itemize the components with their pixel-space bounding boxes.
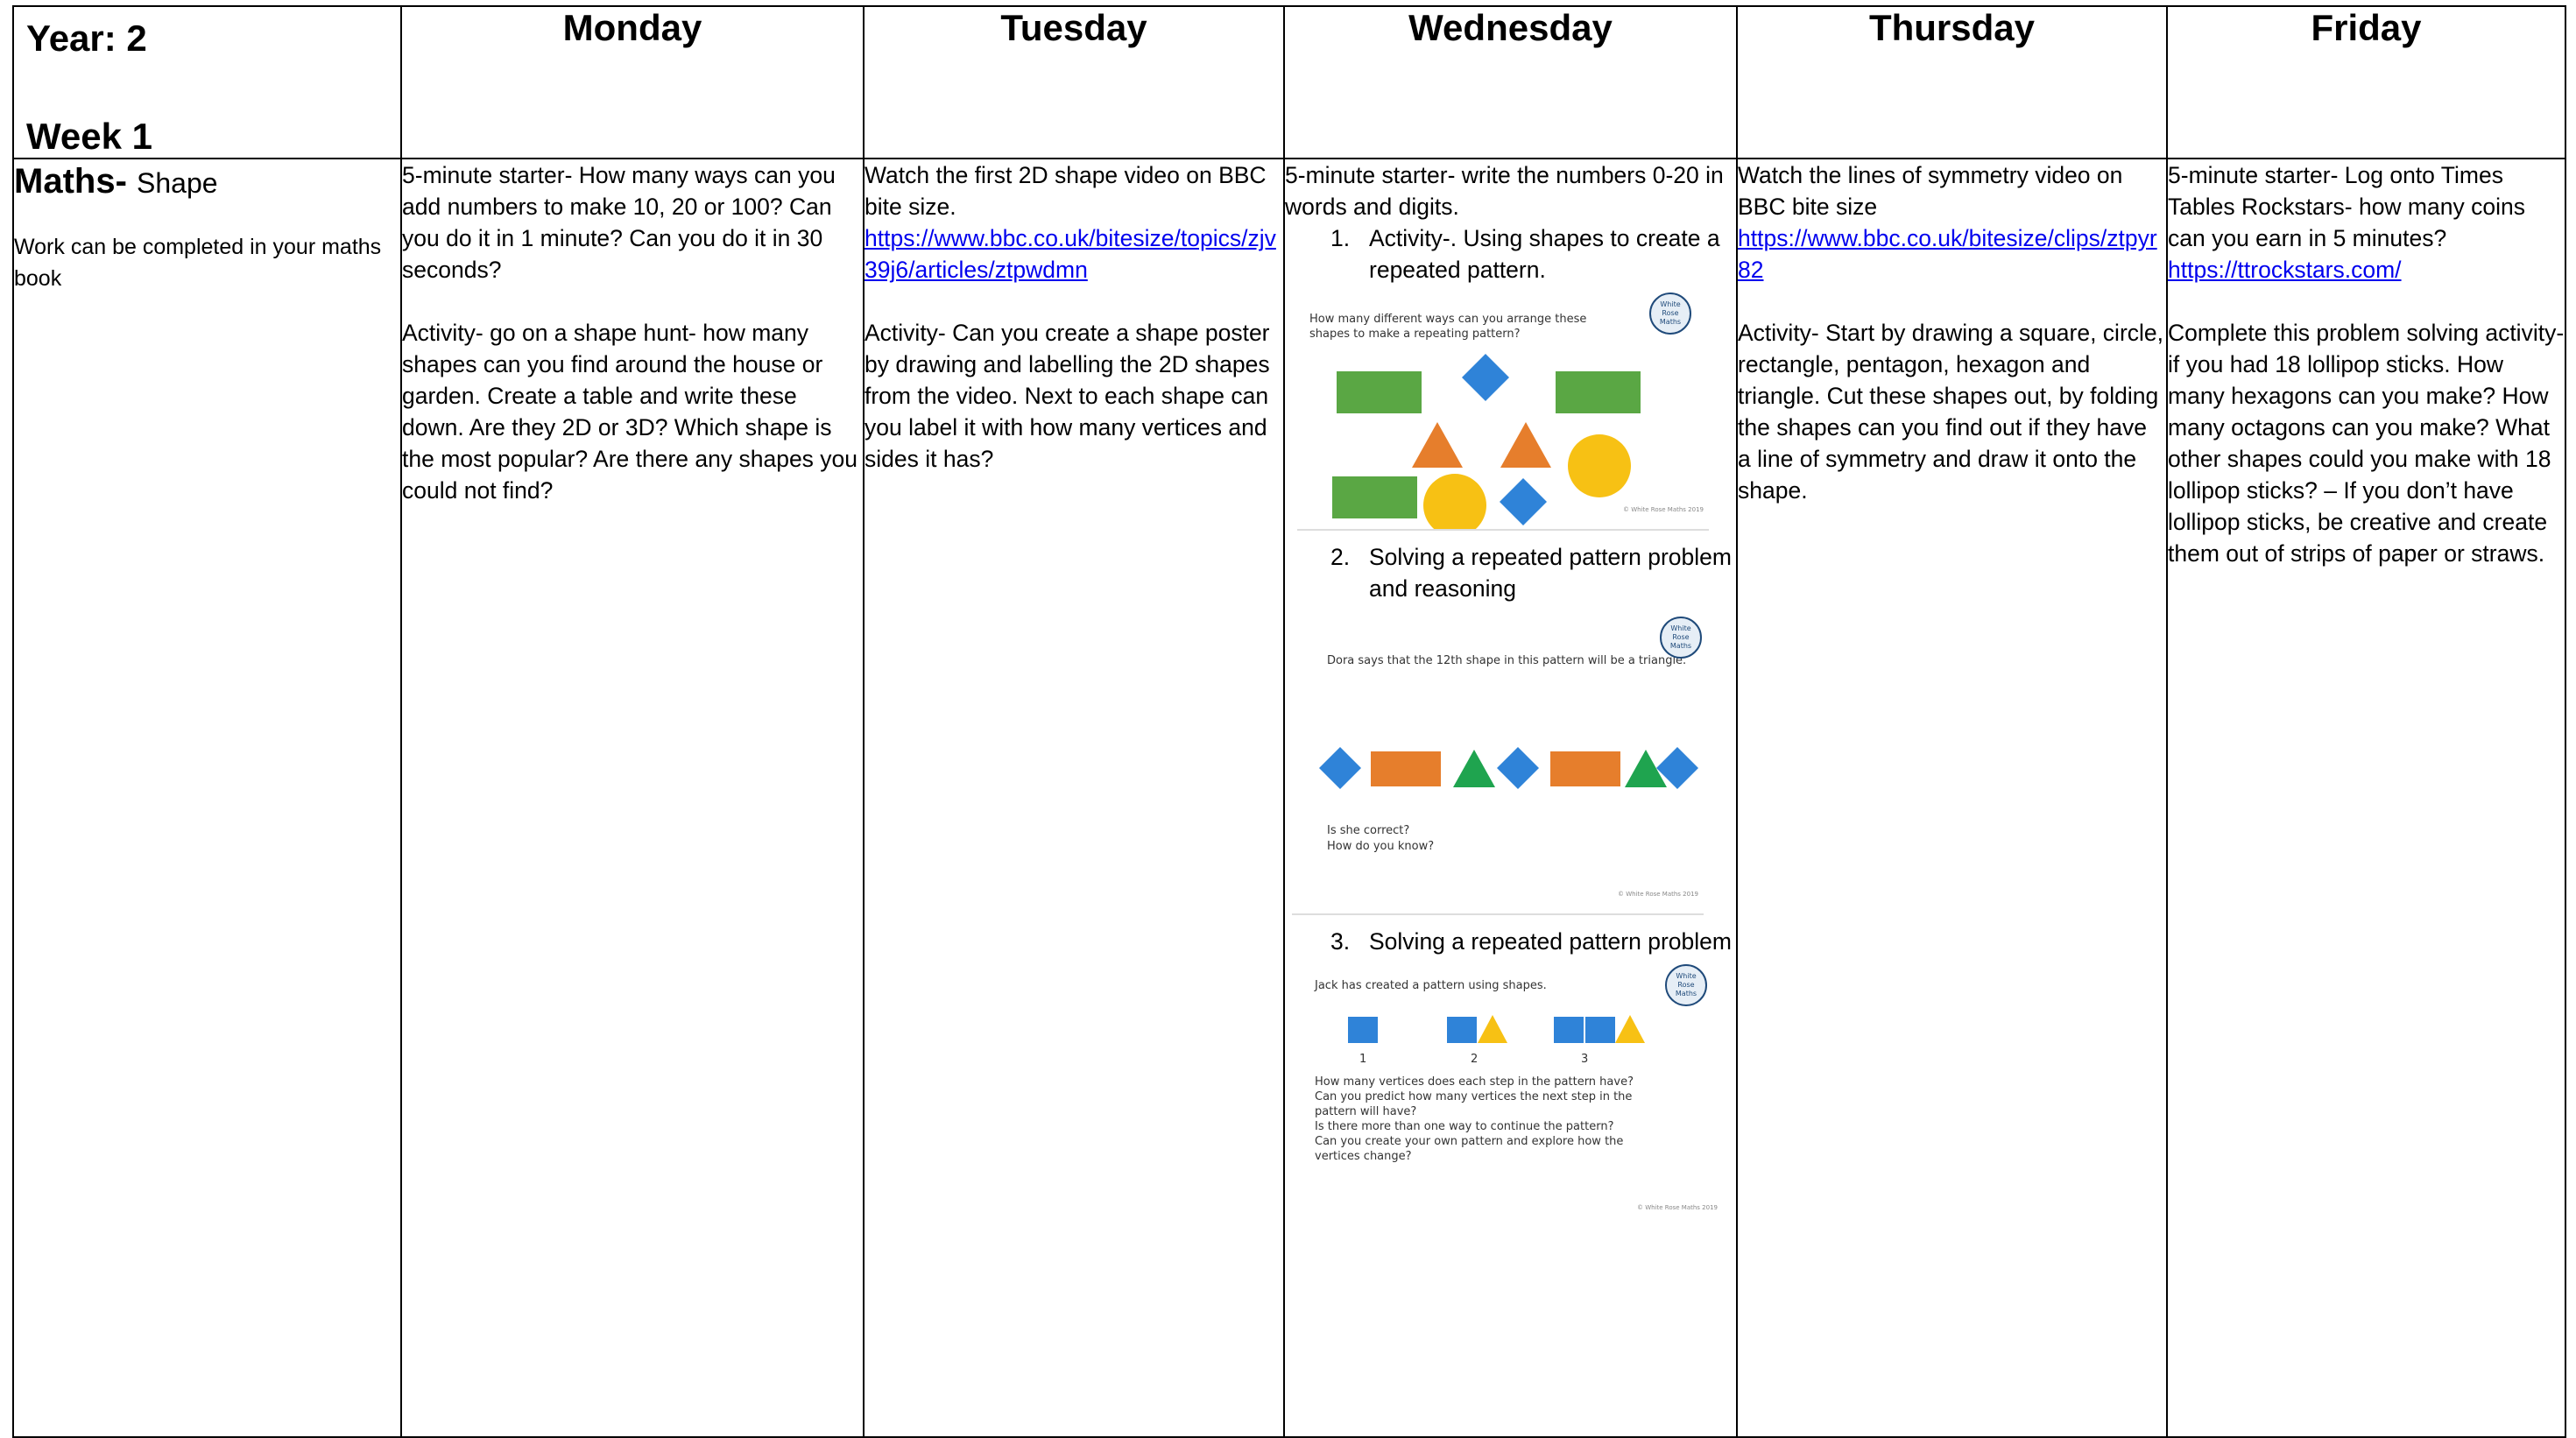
orange-triangle [1412,422,1463,468]
thursday-bbc-link[interactable]: https://www.bbc.co.uk/bitesize/clips/ztp… [1738,225,2157,283]
wednesday-activity-list-3: 3. Solving a repeated pattern problem [1285,926,1736,957]
subject-note: Work can be completed in your maths book [14,235,382,291]
worksheet-dora-pattern: Dora says that the 12th shape in this pa… [1292,611,1704,915]
worksheet-question: Is there more than one way to continue t… [1315,1120,1614,1133]
header-row: Year: 2 Week 1 Monday Tuesday Wednesday … [12,5,2566,159]
worksheet-prompt: Jack has created a pattern using shapes. [1315,979,1547,992]
worksheet-prompt: How many different ways can you arrange … [1309,313,1587,341]
worksheet-questions: How many vertices does each step in the … [1315,1075,1665,1164]
monday-activity: Activity- go on a shape hunt- how many s… [402,320,858,504]
activity-text: Solving a repeated pattern problem [1369,928,1732,955]
wednesday-activity-list: 1. Activity-. Using shapes to create a r… [1285,222,1736,285]
day-header-monday: Monday [400,5,865,159]
orange-rectangle [1550,751,1620,786]
worksheet-jack-pattern: Jack has created a pattern using shapes.… [1311,964,1723,1227]
tuesday-intro: Watch the first 2D shape video on BBC bi… [865,162,1267,220]
thursday-cell: Watch the lines of symmetry video on BBC… [1736,158,2168,1438]
activity-text: Solving a repeated pattern problem and r… [1369,544,1732,602]
blue-diamond [1462,354,1509,401]
year-week-cell: Year: 2 Week 1 [12,5,402,159]
green-rectangle [1337,371,1422,413]
worksheet-question: Can you create your own pattern and expl… [1315,1135,1624,1163]
friday-activity: Complete this problem solving activity- … [2168,320,2565,567]
wednesday-activity-list-2: 2. Solving a repeated pattern problem an… [1285,541,1736,604]
worksheet-prompt: Dora says that the 12th shape in this pa… [1327,654,1687,667]
friday-starter: 5-minute starter- Log onto Times Tables … [2168,162,2525,251]
tuesday-activity: Activity- Can you create a shape poster … [865,320,1270,472]
subject-topic: Shape [137,167,218,199]
worksheet-shapes-arrange: How many different ways can you arrange … [1297,293,1709,531]
blue-square [1585,1017,1615,1043]
year-label: Year: 2 [26,18,147,59]
activity-number: 1. [1330,225,1351,251]
friday-cell: 5-minute starter- Log onto Times Tables … [2166,158,2566,1438]
wednesday-activity-1: 1. Activity-. Using shapes to create a r… [1285,222,1736,285]
wednesday-activity-3: 3. Solving a repeated pattern problem [1285,926,1736,957]
yellow-triangle [1478,1015,1507,1043]
subject-heading: Maths- Shape [14,159,400,205]
worksheet-footer: © White Rose Maths 2019 [1622,506,1704,513]
monday-starter: 5-minute starter- How many ways can you … [402,162,836,283]
white-rose-badge-icon: White Rose Maths [1660,617,1702,659]
ttrockstars-link[interactable]: https://ttrockstars.com/ [2168,257,2402,283]
worksheet-footer: © White Rose Maths 2019 [1636,1204,1718,1211]
green-rectangle [1332,476,1417,518]
monday-cell: 5-minute starter- How many ways can you … [400,158,865,1438]
thursday-activity: Activity- Start by drawing a square, cir… [1738,320,2164,504]
worksheet-question: Can you predict how many vertices the ne… [1315,1090,1633,1118]
orange-rectangle [1371,751,1441,786]
day-header-thursday: Thursday [1736,5,2168,159]
wednesday-activity-2: 2. Solving a repeated pattern problem an… [1285,541,1736,604]
blue-square [1554,1017,1584,1043]
day-header-wednesday: Wednesday [1283,5,1738,159]
blue-diamond [1319,747,1361,789]
activity-number: 3. [1330,928,1351,955]
thursday-intro: Watch the lines of symmetry video on BBC… [1738,162,2123,220]
green-triangle [1453,750,1495,787]
yellow-circle [1423,474,1486,529]
blue-square [1348,1017,1378,1043]
tuesday-bbc-link[interactable]: https://www.bbc.co.uk/bitesize/topics/zj… [865,225,1276,283]
yellow-circle [1568,434,1631,497]
subject-title: Maths- [14,162,127,201]
blue-square [1447,1017,1477,1043]
tuesday-cell: Watch the first 2D shape video on BBC bi… [863,158,1285,1438]
green-rectangle [1556,371,1641,413]
worksheet-question: How do you know? [1327,840,1435,853]
maths-row: Maths- Shape Work can be completed in yo… [12,158,2566,1438]
white-rose-badge-icon: White Rose Maths [1649,293,1691,335]
step-label: 3 [1581,1053,1589,1066]
day-header-friday: Friday [2166,5,2566,159]
orange-triangle [1500,422,1551,468]
subject-cell: Maths- Shape Work can be completed in yo… [12,158,402,1438]
day-header-tuesday: Tuesday [863,5,1285,159]
white-rose-badge-icon: White Rose Maths [1665,964,1707,1006]
activity-number: 2. [1330,544,1351,570]
step-label: 2 [1471,1053,1479,1066]
yellow-triangle [1615,1015,1645,1043]
worksheet-footer: © White Rose Maths 2019 [1617,891,1698,898]
week-label: Week 1 [26,116,152,157]
worksheet-question: How many vertices does each step in the … [1315,1075,1634,1089]
wednesday-starter: 5-minute starter- write the numbers 0-20… [1285,162,1724,220]
step-label: 1 [1359,1053,1367,1066]
blue-diamond [1500,478,1547,525]
weekly-plan-table: Year: 2 Week 1 Monday Tuesday Wednesday … [12,5,2566,1438]
wednesday-cell: 5-minute starter- write the numbers 0-20… [1283,158,1738,1438]
activity-text: Activity-. Using shapes to create a repe… [1369,225,1720,283]
blue-diamond [1497,747,1539,789]
worksheet-question: Is she correct? [1327,824,1410,837]
